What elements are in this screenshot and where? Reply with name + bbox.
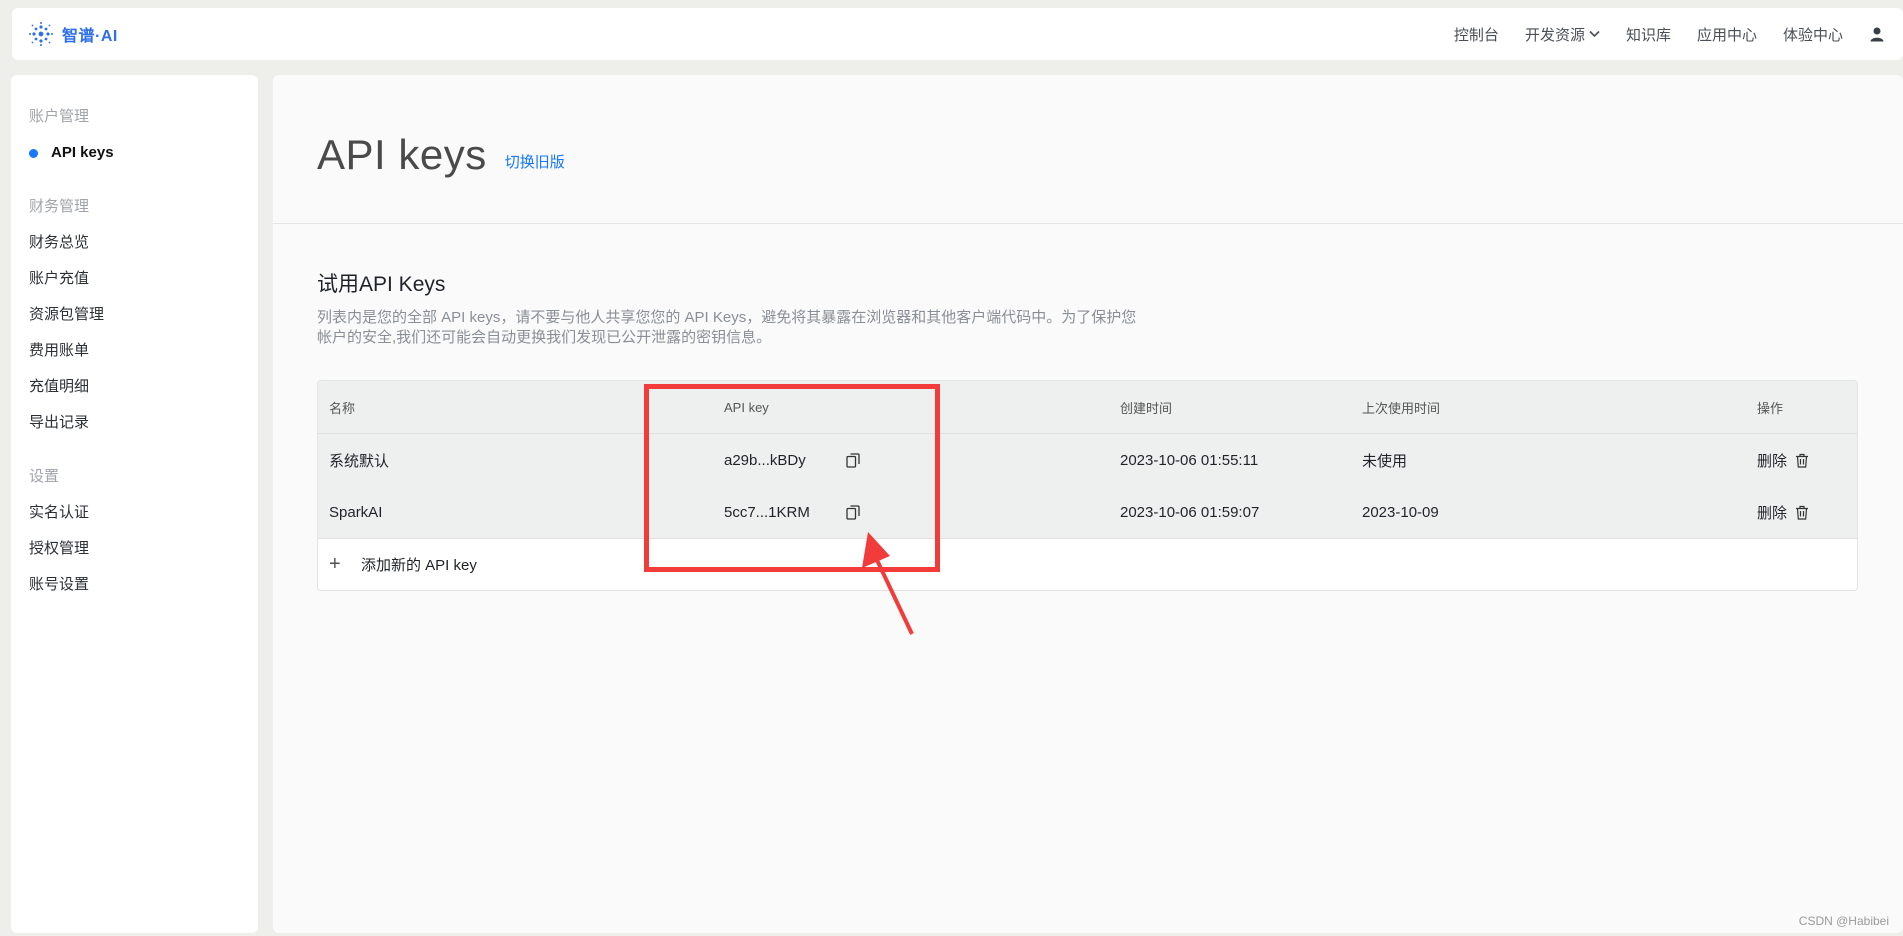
delete-button[interactable]: 删除: [1757, 450, 1787, 471]
logo-icon: [29, 22, 53, 46]
logo-text: 智谱·AI: [62, 28, 118, 45]
plus-icon: +: [329, 553, 341, 575]
logo[interactable]: 智谱·AI: [28, 21, 118, 47]
sidebar-item-verification[interactable]: 实名认证: [11, 495, 258, 531]
sidebar-item-recharge-details[interactable]: 充值明细: [11, 369, 258, 405]
sidebar: 账户管理 API keys 财务管理 财务总览 账户充值 资源包管理 费用账单 …: [11, 75, 258, 933]
nav-knowledge-base[interactable]: 知识库: [1613, 8, 1684, 60]
nav-console[interactable]: 控制台: [1441, 8, 1512, 60]
watermark: CSDN @Habibei: [1798, 914, 1889, 928]
section-description: 列表内是您的全部 API keys，请不要与他人共享您您的 API Keys，避…: [317, 309, 1137, 346]
row-actions: 删除: [1757, 502, 1857, 523]
sidebar-section-settings: 设置: [29, 468, 60, 485]
top-navbar: 智谱·AI 控制台 开发资源 知识库 应用中心 体验中心: [12, 8, 1903, 60]
table-row: 系统默认 a29b...kBDy 2023-10-06 01:55:11 未使用…: [318, 434, 1857, 486]
nav-app-center-label: 应用中心: [1696, 26, 1757, 44]
section-title: 试用API Keys: [317, 273, 446, 296]
trash-icon[interactable]: [1795, 453, 1809, 468]
header-last-used: 上次使用时间: [1362, 400, 1441, 416]
sidebar-item-finance-overview[interactable]: 财务总览: [11, 225, 258, 261]
delete-button[interactable]: 删除: [1757, 502, 1787, 523]
table-header: 名称 API key 创建时间 上次使用时间 操作: [318, 381, 1857, 434]
nav-app-center[interactable]: 应用中心: [1684, 8, 1770, 60]
page-header: API keys 切换旧版: [273, 75, 1903, 224]
header-created: 创建时间: [1120, 400, 1173, 416]
main-panel: API keys 切换旧版 试用API Keys 列表内是您的全部 API ke…: [273, 75, 1903, 933]
header-actions: 操作: [1757, 400, 1784, 416]
row-created: 2023-10-06 01:59:07: [1120, 503, 1260, 521]
nav-experience-center-label: 体验中心: [1782, 26, 1843, 44]
sidebar-section-finance: 财务管理: [29, 198, 90, 215]
active-dot-icon: [29, 149, 38, 158]
nav-dev-resources[interactable]: 开发资源: [1512, 8, 1613, 60]
sidebar-item-resource-packs[interactable]: 资源包管理: [11, 297, 258, 333]
row-created: 2023-10-06 01:55:11: [1120, 451, 1259, 469]
top-nav: 控制台 开发资源 知识库 应用中心 体验中心: [1441, 8, 1885, 60]
nav-experience-center[interactable]: 体验中心: [1770, 8, 1856, 60]
chevron-down-icon: [1589, 30, 1600, 38]
nav-dev-resources-label: 开发资源: [1524, 26, 1585, 44]
sidebar-item-api-keys[interactable]: API keys: [11, 135, 258, 171]
row-last-used: 未使用: [1362, 452, 1408, 470]
row-last-used: 2023-10-09: [1362, 503, 1439, 521]
trash-icon[interactable]: [1795, 505, 1809, 520]
nav-knowledge-base-label: 知识库: [1625, 26, 1671, 44]
sidebar-item-billing[interactable]: 费用账单: [11, 333, 258, 369]
sidebar-item-export-records[interactable]: 导出记录: [11, 405, 258, 441]
sidebar-item-recharge[interactable]: 账户充值: [11, 261, 258, 297]
user-icon[interactable]: [1869, 26, 1885, 42]
sidebar-section-account: 账户管理: [29, 108, 90, 125]
page-title: API keys: [317, 131, 487, 178]
switch-old-version-link[interactable]: 切换旧版: [505, 151, 565, 172]
add-api-key-button[interactable]: + 添加新的 API key: [318, 538, 1857, 590]
table-row: SparkAI 5cc7...1KRM 2023-10-06 01:59:07 …: [318, 486, 1857, 538]
annotation-arrow-icon: [862, 532, 914, 635]
api-keys-section: 试用API Keys 列表内是您的全部 API keys，请不要与他人共享您您的…: [273, 224, 1903, 591]
sidebar-item-account-settings[interactable]: 账号设置: [11, 567, 258, 603]
add-api-key-label: 添加新的 API key: [361, 557, 477, 574]
nav-console-label: 控制台: [1453, 26, 1499, 44]
row-actions: 删除: [1757, 450, 1857, 471]
sidebar-item-authorization[interactable]: 授权管理: [11, 531, 258, 567]
api-keys-table: 名称 API key 创建时间 上次使用时间 操作 系统默认 a29b...kB…: [317, 380, 1858, 591]
sidebar-item-label: API keys: [51, 144, 114, 161]
